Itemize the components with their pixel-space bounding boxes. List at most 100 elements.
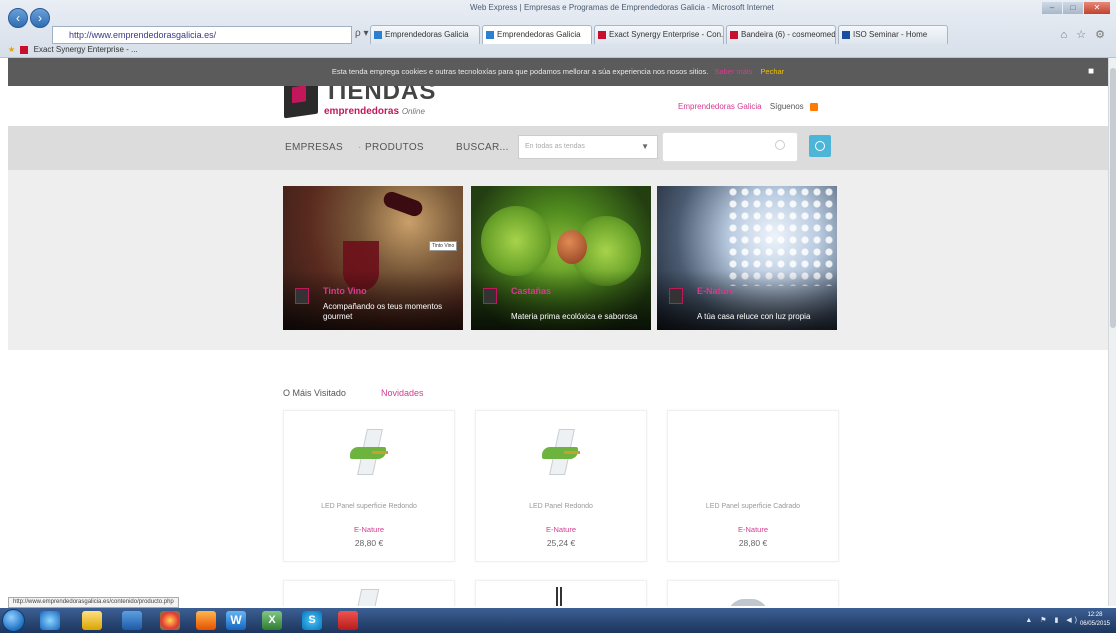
product-image	[556, 587, 562, 606]
ie-icon[interactable]	[40, 611, 60, 630]
outlook-calendar-icon[interactable]	[196, 611, 216, 630]
outlook-icon[interactable]	[122, 611, 142, 630]
tab-favicon-icon	[730, 31, 738, 39]
tab-favicon-icon	[486, 31, 494, 39]
product-image	[542, 427, 582, 479]
favorite-favicon-icon	[20, 45, 29, 54]
product-card[interactable]	[475, 580, 647, 606]
tab-favicon-icon	[598, 31, 606, 39]
product-shop[interactable]: E-Nature	[284, 525, 454, 534]
product-card[interactable]	[667, 580, 839, 606]
browser-tab[interactable]: Bandeira (6) - cosmeomedtec...	[726, 25, 836, 44]
product-image	[350, 427, 390, 479]
address-bar[interactable]: http://www.emprendedorasgalicia.es/	[52, 26, 352, 44]
leaf-logo-icon	[542, 447, 580, 459]
skype-icon[interactable]: S	[302, 611, 322, 630]
acrobat-icon[interactable]	[338, 611, 358, 630]
web-page: TIENDAS emprendedoras Online Emprendedor…	[8, 86, 1108, 606]
minimize-button[interactable]: –	[1042, 2, 1062, 14]
featured-desc: Materia prima ecolóxica e saborosa	[511, 312, 638, 321]
browser-tool-icons[interactable]: ⌂ ☆ ⚙	[1061, 28, 1108, 41]
cookie-more-link[interactable]: Saber máis	[714, 67, 752, 76]
product-price: 28,80 €	[738, 538, 768, 548]
scrollbar-thumb[interactable]	[1110, 68, 1116, 328]
excel-icon[interactable]: X	[262, 611, 282, 630]
word-icon[interactable]: W	[226, 611, 246, 630]
browser-tab-active[interactable]: Emprendedoras Galicia	[482, 25, 592, 44]
featured-card-chestnuts[interactable]: Castañas Materia prima ecolóxica e sabor…	[471, 186, 651, 330]
product-price: 28,80 €	[354, 538, 384, 548]
window-title: Web Express | Empresas e Programas de Em…	[470, 3, 774, 12]
maximize-button[interactable]: □	[1063, 2, 1083, 14]
leaf-logo-icon	[350, 447, 388, 459]
nav-empresas[interactable]: EMPRESAS	[285, 142, 343, 153]
chestnut-burr-image	[481, 206, 551, 276]
browser-tab[interactable]: Exact Synergy Enterprise - Con...	[594, 25, 724, 44]
featured-title: Tinto Vino	[323, 286, 367, 296]
product-shop[interactable]: E-Nature	[668, 525, 838, 534]
chrome-icon[interactable]	[160, 611, 180, 630]
tab-new[interactable]: Novidades	[381, 388, 424, 398]
favorites-star-icon[interactable]: ★	[8, 45, 15, 54]
cookie-text: Esta tenda emprega cookies e outras tecn…	[331, 67, 709, 76]
chevron-down-icon: ▼	[641, 142, 649, 151]
tab-most-visited[interactable]: O Máis Visitado	[283, 388, 346, 398]
product-name[interactable]: LED Panel Redondo	[476, 503, 646, 510]
featured-section: Tinto Vino Tinto Vino Acompañando os teu…	[8, 170, 1108, 350]
browser-chrome: Web Express | Empresas e Programas de Em…	[0, 0, 1116, 58]
tab-favicon-icon	[374, 31, 382, 39]
system-tray[interactable]: ▲ ⚑ ▮ ◀)	[1025, 616, 1080, 624]
nav-buscar-label: BUSCAR...	[456, 142, 509, 153]
featured-desc: A túa casa reluce con luz propia	[697, 312, 811, 321]
search-button[interactable]	[809, 135, 831, 157]
product-image	[354, 589, 380, 606]
window-controls: – □ ✕	[1042, 2, 1110, 14]
search-input[interactable]	[662, 132, 798, 162]
product-card[interactable]	[283, 580, 455, 606]
taskbar: W X S ▲ ⚑ ▮ ◀) 12:28 06/05/2015	[0, 608, 1116, 633]
shop-select[interactable]: En todas as tendas ▼	[518, 135, 658, 159]
product-card[interactable]: LED Panel Redondo E-Nature 25,24 €	[475, 410, 647, 562]
browser-tab[interactable]: ISO Seminar - Home	[838, 25, 948, 44]
status-bar-url: http://www.emprendedorasgalicia.es/conte…	[8, 597, 179, 608]
product-card[interactable]: LED Panel superficie Cadrado E-Nature 28…	[667, 410, 839, 562]
chestnut-image	[557, 230, 587, 264]
nav-productos[interactable]: PRODUTOS	[365, 142, 424, 153]
product-name[interactable]: LED Panel superficie Cadrado	[668, 503, 838, 510]
back-button[interactable]: ‹	[8, 8, 28, 28]
browser-tab[interactable]: Emprendedoras Galicia	[370, 25, 480, 44]
product-card[interactable]: LED Panel superficie Redondo E-Nature 28…	[283, 410, 455, 562]
featured-title: Castañas	[511, 286, 552, 296]
logo-subtitle: emprendedoras Online	[324, 106, 425, 117]
product-image	[728, 599, 768, 606]
product-name[interactable]: LED Panel superficie Redondo	[284, 503, 454, 510]
cookie-close-icon[interactable]: ■	[1088, 58, 1094, 86]
cookie-banner: Esta tenda emprega cookies e outras tecn…	[8, 58, 1108, 86]
shop-badge-icon	[295, 288, 309, 304]
forward-button[interactable]: ›	[30, 8, 50, 28]
featured-title: E-Nature	[697, 286, 735, 296]
logo-bag-icon[interactable]	[284, 86, 318, 119]
header-link-emprendedoras[interactable]: Emprendedoras Galicia	[678, 102, 762, 111]
product-price: 25,24 €	[546, 538, 576, 548]
search-icon	[775, 140, 785, 150]
product-shop[interactable]: E-Nature	[476, 525, 646, 534]
featured-card-enature[interactable]: E-Nature A túa casa reluce con luz propi…	[657, 186, 837, 330]
favorites-bar[interactable]: ★ Exact Synergy Enterprise - ...	[8, 45, 138, 54]
cookie-accept-link[interactable]: Pechar	[760, 67, 784, 76]
featured-card-wine[interactable]: Tinto Vino Tinto Vino Acompañando os teu…	[283, 186, 463, 330]
clock[interactable]: 12:28 06/05/2015	[1080, 611, 1110, 629]
image-tooltip: Tinto Vino	[429, 241, 458, 251]
nav-bar: EMPRESAS · PRODUTOS BUSCAR... En todas a…	[8, 126, 1108, 170]
folder-icon[interactable]	[82, 611, 102, 630]
wine-bottle-image	[381, 189, 425, 219]
nav-separator: ·	[358, 142, 362, 153]
featured-desc: Acompañando os teus momentos gourmet	[323, 302, 443, 321]
start-button[interactable]	[2, 609, 25, 632]
close-button[interactable]: ✕	[1084, 2, 1110, 14]
page-scrollbar[interactable]	[1108, 58, 1116, 606]
logo-title[interactable]: TIENDAS	[324, 86, 436, 106]
shop-badge-icon	[669, 288, 683, 304]
rss-icon[interactable]	[809, 102, 818, 111]
tab-favicon-icon	[842, 31, 850, 39]
